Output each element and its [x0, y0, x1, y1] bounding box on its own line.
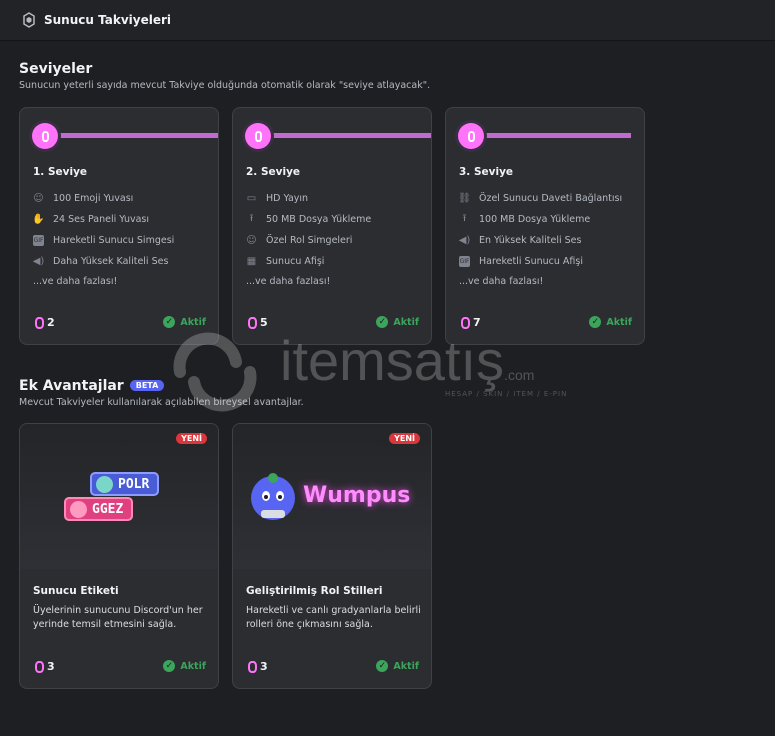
perk-item: ✋ 24 Ses Paneli Yuvası: [32, 214, 150, 225]
tier-card-1: 1. Seviye ☺ 100 Emoji Yuvası ✋ 24 Ses Pane…: [19, 107, 219, 345]
perk-item: ◀) En Yüksek Kaliteli Ses: [458, 235, 582, 246]
perk-banner: POLR GGEZ: [20, 424, 218, 569]
extras-subtitle: Mevcut Takviyeler kullanılarak açılabile…: [19, 397, 304, 408]
tier-card-2: 2. Seviye ▭ HD Yayın ⭱ 50 MB Dosya Yükleme…: [232, 107, 432, 345]
new-badge: YENİ: [176, 433, 207, 444]
boost-gem-icon: [23, 12, 35, 28]
boost-count: 3: [35, 660, 55, 673]
tier-gem-icon: [245, 123, 271, 149]
status-active: ✓ Aktif: [163, 660, 206, 672]
levels-subtitle: Sunucun yeterli sayıda mevcut Takviye ol…: [19, 80, 431, 91]
tier-gem-icon: [32, 123, 58, 149]
boost-count: 3: [248, 660, 268, 673]
boost-gem-icon: [35, 316, 44, 329]
check-icon: ✓: [376, 660, 389, 672]
status-active: ✓ Aktif: [376, 316, 419, 328]
grid-icon: ▦: [246, 256, 257, 267]
role-style-preview: Wumpus: [303, 483, 411, 508]
check-icon: ✓: [589, 316, 602, 328]
boost-gem-icon: [248, 660, 257, 673]
page-header: Sunucu Takviyeleri: [0, 0, 775, 41]
perk-item: ⭱ 100 MB Dosya Yükleme: [459, 213, 591, 225]
screen-share-icon: ▭: [246, 193, 257, 204]
more-text: ...ve daha fazlası!: [246, 276, 331, 287]
perk-description: Üyelerinin sunucunu Discord'un her yerin…: [33, 605, 203, 630]
emoji-icon: ☺: [33, 193, 44, 204]
levels-title: Seviyeler: [19, 61, 93, 77]
perk-item: ⛓ Özel Sunucu Daveti Bağlantısı: [458, 193, 623, 204]
perk-item: ⭱ 50 MB Dosya Yükleme: [246, 213, 371, 225]
perk-banner: Wumpus: [233, 424, 431, 569]
wumpus-avatar-icon: [251, 473, 295, 520]
tier-name: 2. Seviye: [246, 166, 301, 178]
tier-name: 1. Seviye: [33, 166, 88, 178]
watermark-subtext: HESAP / SKIN / ITEM / E-PIN: [445, 390, 568, 398]
tier-progress-bar: [60, 133, 218, 138]
status-active: ✓ Aktif: [163, 316, 206, 328]
check-icon: ✓: [163, 316, 176, 328]
perk-item: ☺ Özel Rol Simgeleri: [246, 235, 353, 246]
extras-title: Ek Avantajlar BETA: [19, 378, 165, 394]
perk-item: ▭ HD Yayın: [246, 193, 309, 204]
perk-item: GIF Hareketli Sunucu Simgesi: [33, 235, 175, 246]
boost-count: 7: [461, 316, 481, 329]
boost-gem-icon: [248, 316, 257, 329]
speaker-icon: ◀): [32, 256, 45, 267]
tier-name: 3. Seviye: [459, 166, 514, 178]
perk-item: ☺ 100 Emoji Yuvası: [33, 193, 134, 204]
boost-count: 5: [248, 316, 268, 329]
upload-icon: ⭱: [462, 213, 467, 224]
perk-title: Geliştirilmiş Rol Stilleri: [246, 585, 383, 597]
tag-badge-icon: [96, 475, 113, 493]
beta-badge: BETA: [129, 380, 165, 391]
status-active: ✓ Aktif: [376, 660, 419, 672]
tier-card-3: 3. Seviye ⛓ Özel Sunucu Daveti Bağlantısı…: [445, 107, 645, 345]
boost-count: 2: [35, 316, 55, 329]
page-title: Sunucu Takviyeleri: [44, 13, 172, 27]
perk-card-role-styles[interactable]: Wumpus YENİ Geliştirilmiş Rol Stilleri H…: [232, 423, 432, 689]
heart-icon: [70, 500, 87, 518]
perk-item: GIF Hareketli Sunucu Afişi: [459, 256, 583, 267]
emoji-icon: ☺: [246, 235, 257, 246]
upload-icon: ⭱: [249, 213, 254, 224]
new-badge: YENİ: [389, 433, 420, 444]
perk-title: Sunucu Etiketi: [33, 585, 119, 597]
check-icon: ✓: [163, 660, 176, 672]
check-icon: ✓: [376, 316, 389, 328]
boost-gem-icon: [35, 660, 44, 673]
more-text: ...ve daha fazlası!: [459, 276, 544, 287]
perk-description: Hareketli ve canlı gradyanlarla belirli …: [246, 605, 421, 630]
tier-progress-bar: [273, 133, 431, 138]
soundboard-icon: ✋: [32, 214, 45, 225]
tier-progress-bar: [486, 133, 631, 138]
server-tag-polr: POLR: [90, 472, 160, 496]
status-active: ✓ Aktif: [589, 316, 632, 328]
more-text: ...ve daha fazlası!: [33, 276, 118, 287]
link-icon: ⛓: [458, 193, 471, 204]
speaker-icon: ◀): [458, 235, 471, 246]
server-tag-ggez: GGEZ: [64, 497, 134, 521]
gif-icon: GIF: [33, 235, 44, 246]
perk-card-server-tag[interactable]: POLR GGEZ YENİ Sunucu Etiketi Üyelerinin…: [19, 423, 219, 689]
boost-gem-icon: [461, 316, 470, 329]
perk-item: ◀) Daha Yüksek Kaliteli Ses: [32, 256, 169, 267]
perk-item: ▦ Sunucu Afişi: [246, 256, 325, 267]
tier-gem-icon: [458, 123, 484, 149]
gif-icon: GIF: [459, 256, 470, 267]
